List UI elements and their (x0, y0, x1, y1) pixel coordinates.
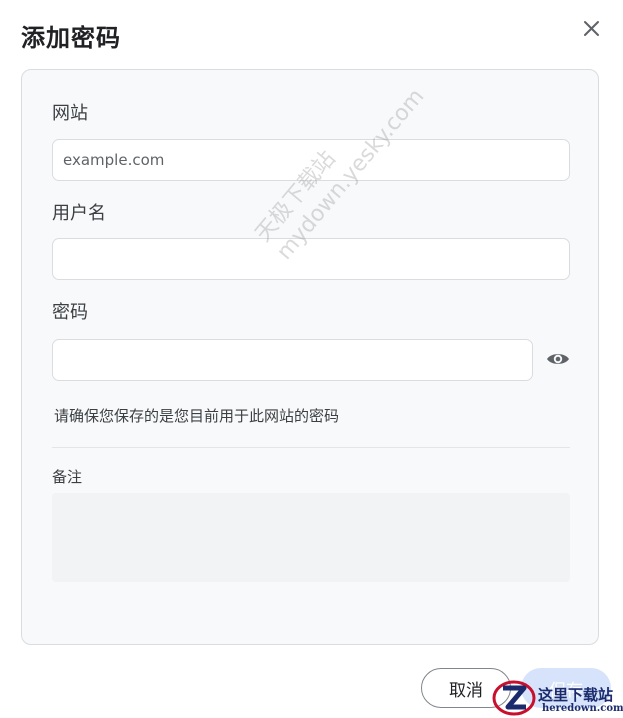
dialog-title: 添加密码 (21, 24, 121, 52)
divider (52, 447, 570, 448)
show-password-button[interactable] (545, 346, 571, 372)
save-button[interactable]: 保存 (521, 668, 611, 708)
eye-icon (547, 354, 569, 364)
username-label: 用户名 (52, 203, 106, 224)
site-input[interactable] (52, 139, 570, 181)
notes-label: 备注 (52, 468, 83, 486)
add-password-dialog: 添加密码 网站 用户名 密码 请确保您保存的是您目前用于此网站的密码 备注 天极… (0, 0, 623, 718)
username-input[interactable] (52, 238, 570, 280)
password-hint: 请确保您保存的是您目前用于此网站的密码 (54, 407, 340, 425)
close-icon (584, 21, 599, 36)
notes-textarea[interactable] (52, 493, 570, 582)
close-button[interactable] (577, 14, 605, 42)
password-label: 密码 (52, 302, 88, 323)
cancel-button[interactable]: 取消 (421, 668, 511, 708)
site-label: 网站 (52, 103, 88, 124)
password-form-panel: 网站 用户名 密码 请确保您保存的是您目前用于此网站的密码 备注 (21, 69, 599, 645)
password-input[interactable] (52, 339, 533, 381)
